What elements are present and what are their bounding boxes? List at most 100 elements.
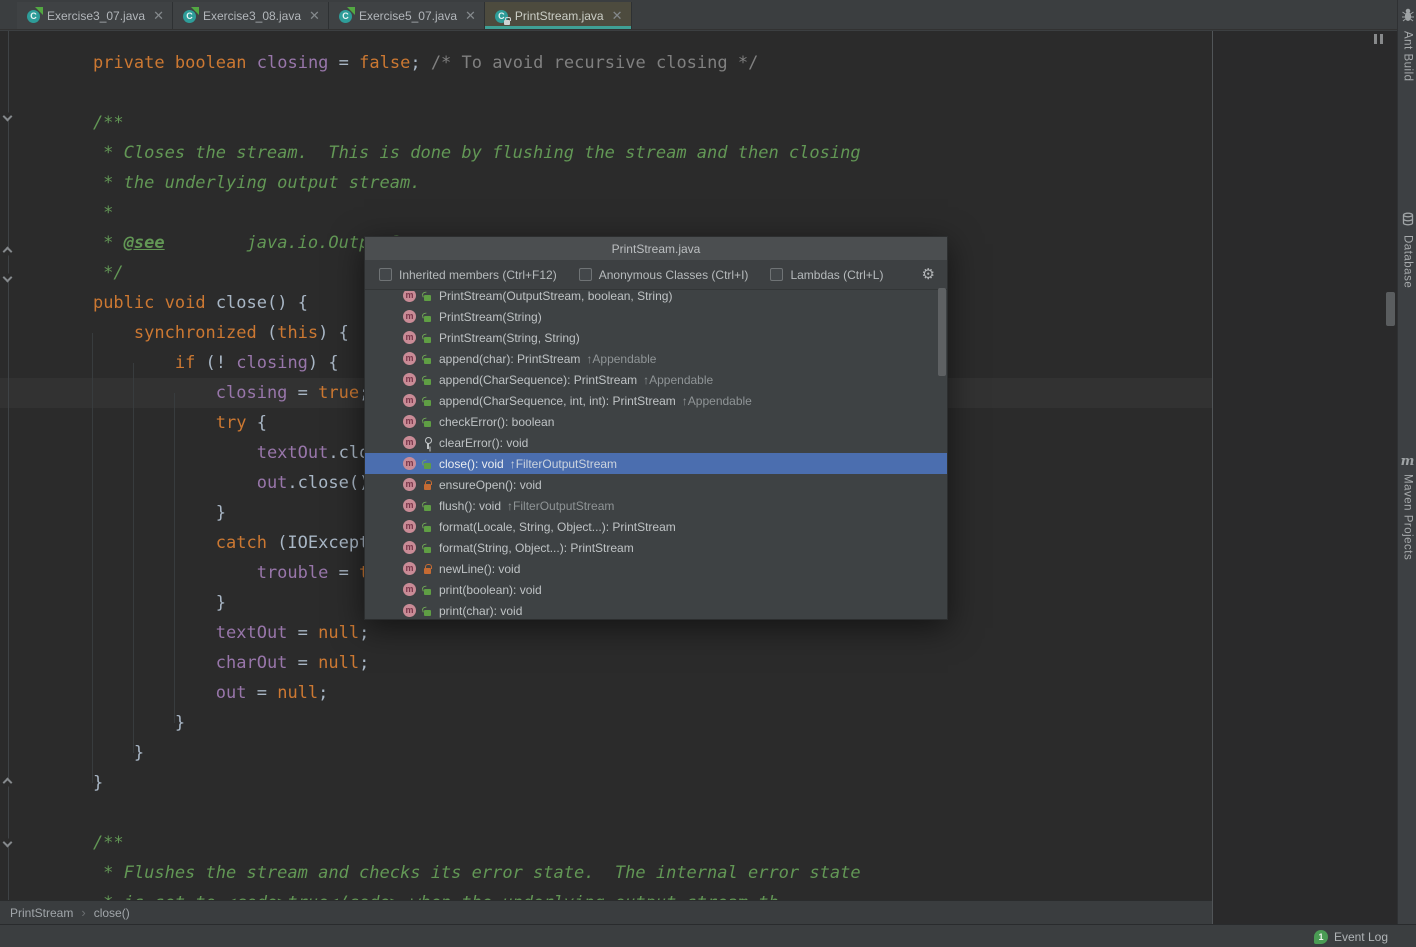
structure-row-append[interactable]: mappend(CharSequence): PrintStream ↑Appe… [365, 369, 947, 390]
event-log-button[interactable]: 1 Event Log [1314, 925, 1388, 947]
chevron-right-icon: › [81, 905, 85, 920]
lambdas-checkbox[interactable]: Lambdas (Ctrl+L) [770, 268, 883, 282]
structure-row-format[interactable]: mformat(Locale, String, Object...): Prin… [365, 516, 947, 537]
member-signature: ensureOpen(): void [439, 478, 542, 492]
inherited-members-checkbox[interactable]: Inherited members (Ctrl+F12) [379, 268, 557, 282]
structure-row-printstream[interactable]: mPrintStream(String) [365, 306, 947, 327]
member-signature: clearError(): void [439, 436, 528, 450]
structure-row-print[interactable]: m print(char): void [365, 600, 947, 619]
protected-visibility-icon [422, 437, 433, 449]
editor-tab-exercise5_07-java[interactable]: CExercise5_07.java✕ [329, 2, 485, 29]
tool-window-label: Database [1402, 235, 1414, 288]
code-line: } [16, 768, 861, 798]
structure-row-ensureopen[interactable]: mensureOpen(): void [365, 474, 947, 495]
structure-row-printstream[interactable]: mPrintStream(OutputStream, boolean, Stri… [365, 291, 947, 306]
member-signature: format(String, Object...): PrintStream [439, 541, 634, 555]
code-line: charOut = null; [16, 648, 861, 678]
checkbox-icon[interactable] [770, 268, 783, 281]
structure-row-newline[interactable]: mnewLine(): void [365, 558, 947, 579]
editor-tab-exercise3_07-java[interactable]: CExercise3_07.java✕ [17, 2, 173, 29]
tool-window-button-database[interactable]: Database [1398, 212, 1416, 288]
member-signature: append(CharSequence): PrintStream [439, 373, 637, 387]
fold-marker-icon[interactable] [3, 247, 13, 257]
public-visibility-icon [422, 374, 433, 386]
checkbox-label: Inherited members (Ctrl+F12) [399, 268, 557, 282]
breadcrumb: PrintStream › close() [0, 900, 1212, 924]
method-icon: m [403, 415, 416, 428]
public-visibility-icon [422, 332, 433, 344]
fold-marker-icon[interactable] [3, 838, 13, 848]
method-icon: m [403, 310, 416, 323]
method-icon: m [403, 331, 416, 344]
fold-marker-icon[interactable] [3, 778, 13, 788]
close-icon[interactable]: ✕ [309, 9, 320, 22]
tool-window-button-maven-projects[interactable]: mMaven Projects [1398, 452, 1416, 560]
editor-tab-printstream-java[interactable]: CPrintStream.java✕ [485, 2, 632, 29]
checkbox-icon[interactable] [379, 268, 392, 281]
code-line: } [16, 708, 861, 738]
member-signature: PrintStream(OutputStream, boolean, Strin… [439, 291, 672, 303]
popup-scrollbar-thumb[interactable] [938, 288, 946, 376]
member-signature: append(char): PrintStream [439, 352, 580, 366]
method-icon: m [403, 394, 416, 407]
defining-class-label: ↑Appendable [586, 352, 656, 366]
structure-member-list: m PrintStream(OutputStream, boolean, Stri… [365, 291, 947, 619]
member-signature: print(char): void [439, 604, 522, 618]
structure-row-flush[interactable]: mflush(): void ↑FilterOutputStream [365, 495, 947, 516]
readonly-lock-icon [504, 20, 510, 25]
method-icon: m [403, 520, 416, 533]
structure-row-append[interactable]: mappend(char): PrintStream ↑Appendable [365, 348, 947, 369]
breadcrumb-item-class[interactable]: PrintStream [10, 906, 73, 920]
method-icon: m [403, 562, 416, 575]
code-line: * Closes the stream. This is done by flu… [16, 138, 861, 168]
method-icon: m [403, 457, 416, 470]
split-handle-icon[interactable] [1374, 34, 1386, 44]
tool-window-button-ant-build[interactable]: Ant Build [1398, 8, 1416, 82]
fold-marker-icon[interactable] [3, 273, 13, 283]
close-icon[interactable]: ✕ [612, 9, 623, 22]
code-line: * is set to <code>true</code> when the u… [16, 888, 861, 900]
member-signature: checkError(): boolean [439, 415, 554, 429]
structure-row-format[interactable]: mformat(String, Object...): PrintStream [365, 537, 947, 558]
run-arrow-icon [347, 7, 355, 15]
checkbox-icon[interactable] [579, 268, 592, 281]
popup-title[interactable]: PrintStream.java [365, 237, 947, 260]
structure-row-print[interactable]: mprint(boolean): void [365, 579, 947, 600]
structure-row-close[interactable]: mclose(): void ↑FilterOutputStream [365, 453, 947, 474]
editor-scrollbar-thumb[interactable] [1386, 292, 1395, 326]
public-visibility-icon [422, 500, 433, 512]
tool-window-label: Ant Build [1402, 31, 1414, 82]
structure-row-append[interactable]: mappend(CharSequence, int, int): PrintSt… [365, 390, 947, 411]
status-bar: 1 Event Log [0, 924, 1416, 947]
defining-class-label: ↑FilterOutputStream [507, 499, 614, 513]
anonymous-classes-checkbox[interactable]: Anonymous Classes (Ctrl+I) [579, 268, 749, 282]
java-class-icon: C [26, 8, 42, 24]
code-line: * the underlying output stream. [16, 168, 861, 198]
public-visibility-icon [422, 395, 433, 407]
breadcrumb-item-method[interactable]: close() [94, 906, 130, 920]
code-line: } [16, 738, 861, 768]
run-arrow-icon [35, 7, 43, 15]
gear-icon[interactable]: ⚙ [922, 267, 935, 282]
structure-row-checkerror[interactable]: m checkError(): boolean [365, 411, 947, 432]
structure-row-printstream[interactable]: m PrintStream(String, String) [365, 327, 947, 348]
close-icon[interactable]: ✕ [465, 9, 476, 22]
member-signature: PrintStream(String, String) [439, 331, 580, 345]
tab-label: Exercise5_07.java [359, 9, 457, 23]
editor-tab-exercise3_08-java[interactable]: CExercise3_08.java✕ [173, 2, 329, 29]
code-line: private boolean closing = false; /* To a… [16, 48, 861, 78]
fold-marker-icon[interactable] [3, 112, 13, 122]
public-visibility-icon [422, 291, 433, 302]
member-signature: print(boolean): void [439, 583, 542, 597]
public-visibility-icon [422, 458, 433, 470]
public-visibility-icon [422, 605, 433, 617]
popup-toolbar: Inherited members (Ctrl+F12) Anonymous C… [365, 260, 947, 290]
public-visibility-icon [422, 542, 433, 554]
public-visibility-icon [422, 584, 433, 596]
code-line [16, 78, 861, 108]
structure-row-clearerror[interactable]: mclearError(): void [365, 432, 947, 453]
method-icon: m [403, 604, 416, 617]
tab-label: PrintStream.java [515, 9, 604, 23]
checkbox-label: Lambdas (Ctrl+L) [790, 268, 883, 282]
close-icon[interactable]: ✕ [153, 9, 164, 22]
